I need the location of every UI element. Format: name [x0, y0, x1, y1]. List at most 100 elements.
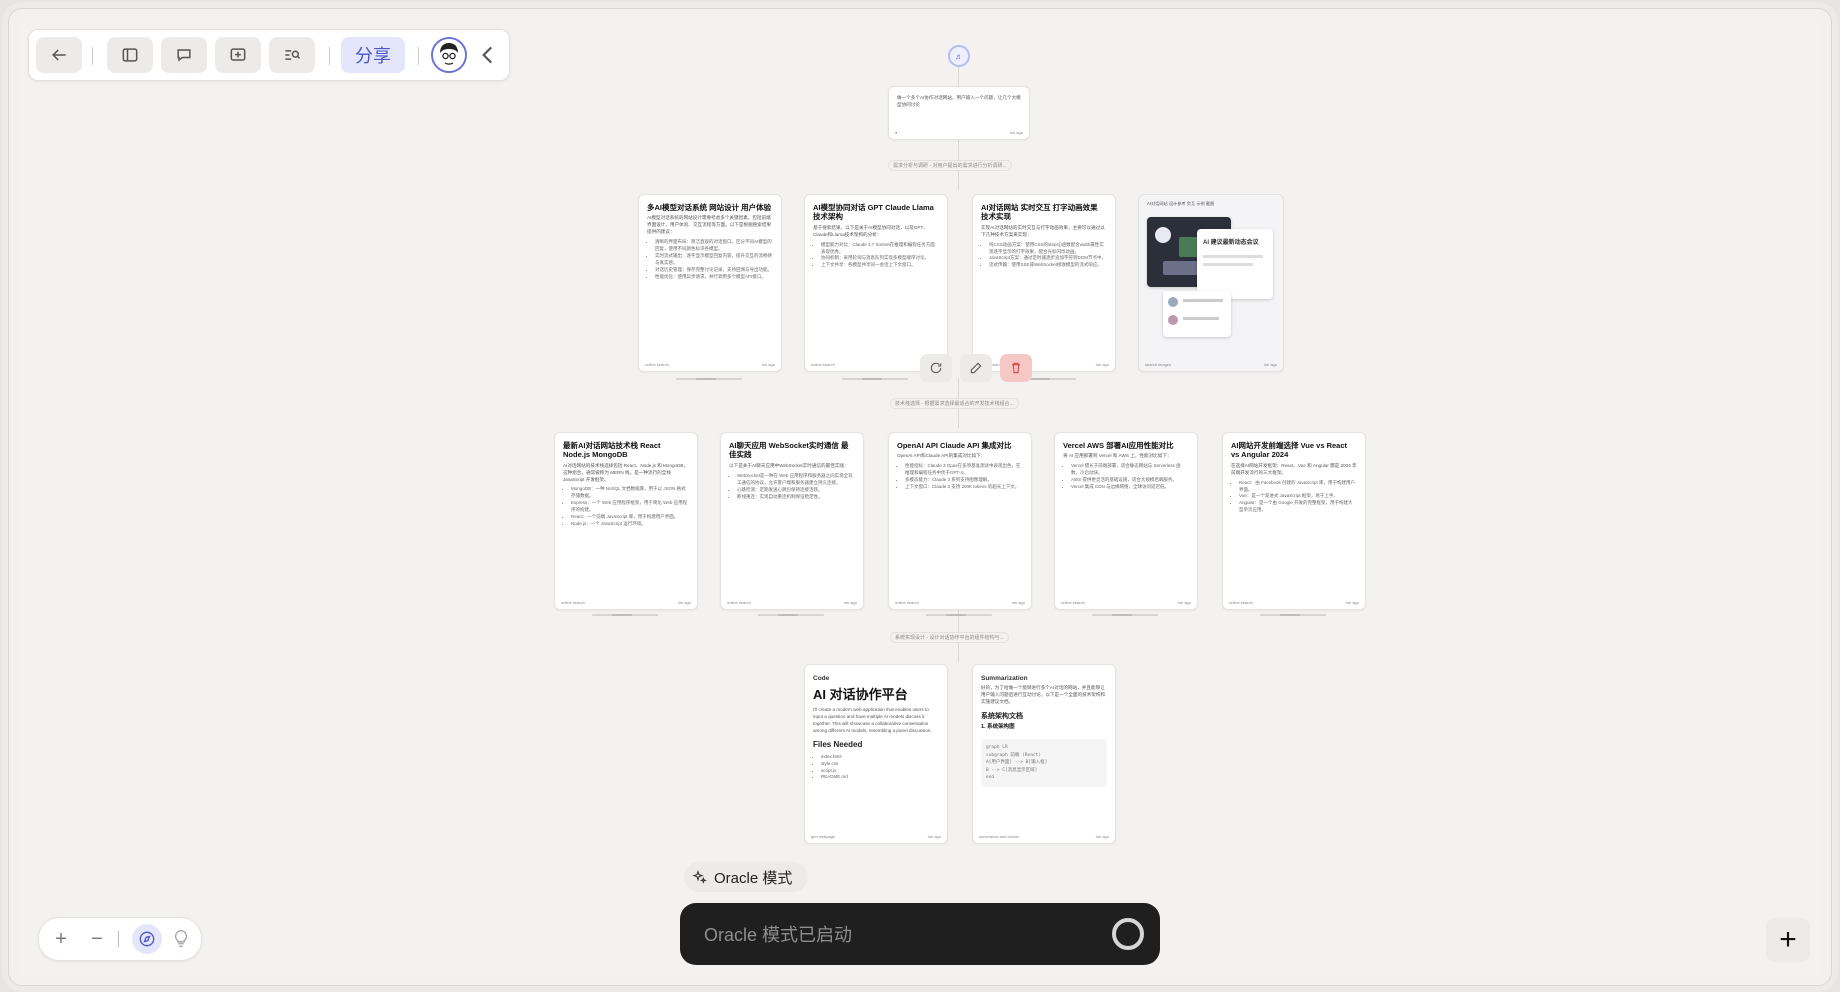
list-item: 对话历史管理：保存完整讨论记录，支持回溯与导出功能。	[655, 267, 773, 274]
zoom-controls: + −	[38, 917, 202, 961]
edge-label: 需求分析与调研 - 对用户提出的需求进行分析调研...	[888, 160, 1012, 171]
oracle-mode-toggle[interactable]: Oracle 模式	[684, 862, 808, 892]
delete-button[interactable]	[1000, 354, 1032, 382]
card-title: AI 对话协作平台	[813, 687, 908, 702]
root-badge: ● ·	[895, 130, 900, 135]
card-bullets: Vercel 擅长于前端部署，适合静态网站与 Serverless 函数，冷启动…	[1055, 463, 1197, 491]
card-timestamp: 4m ago	[1263, 362, 1277, 367]
file-item: index.html	[821, 754, 939, 761]
card-timestamp: 4m ago	[1345, 600, 1359, 605]
card-text: 基于搜索结果，以下是关于AI模型协同对话，以及GPT、Claude和Llama技…	[813, 224, 928, 237]
card-text: I'll create a modern web application tha…	[813, 707, 932, 733]
refresh-icon	[930, 362, 942, 374]
image-search-card[interactable]: AI对话网站 设计参考 交互 示例 截图 AI 建议最新动态会议 search …	[1138, 194, 1284, 372]
summary-subheading: 1. 系统架构图	[981, 723, 1015, 730]
root-prompt-card[interactable]: 做一个多个AI协作对话网站，用户输入一个问题，让几个大模型协同讨论 ● · 4m …	[888, 86, 1030, 140]
share-button[interactable]: 分享	[341, 37, 405, 73]
card-source: search images	[1145, 362, 1172, 367]
search-result-card[interactable]: AI网站开发前端选择 Vue vs React vs Angular 2024 …	[1222, 432, 1366, 610]
search-result-card[interactable]: 多AI模型对话系统 网站设计 用户体验 AI模型对话系统的网站设计需要考虑多个关…	[638, 194, 782, 372]
card-text: 将 AI 应用部署到 Vercel 和 AWS 上，性能对比如下：	[1063, 453, 1172, 459]
card-title: OpenAI API Claude API 集成对比	[897, 441, 1012, 450]
regenerate-button[interactable]	[920, 354, 952, 382]
card-fade	[805, 807, 947, 833]
chat-bubble-icon	[177, 49, 191, 62]
list-item: MongoDB：一种 NoSQL 文档数据库，用于以 JSON 格式存储数据。	[571, 486, 689, 500]
oracle-input-placeholder: Oracle 模式已启动	[704, 925, 853, 945]
card-source: online search	[811, 362, 835, 367]
card-timestamp: 4m ago	[677, 600, 691, 605]
card-timestamp: 4m ago	[1095, 362, 1109, 367]
root-prompt-text: 做一个多个AI协作对话网站，用户输入一个问题，让几个大模型协同讨论	[897, 95, 1021, 107]
fit-view-button[interactable]	[132, 924, 162, 954]
card-scrollbar[interactable]	[1092, 614, 1158, 616]
card-timestamp: 4m ago	[1177, 600, 1191, 605]
lightbulb-icon[interactable]	[170, 927, 192, 951]
chat-button[interactable]	[161, 37, 207, 73]
oracle-input-bar[interactable]: Oracle 模式已启动	[680, 903, 1160, 965]
card-scrollbar[interactable]	[842, 378, 908, 380]
card-timestamp: 4m ago	[1009, 130, 1023, 135]
card-timestamp: 4m ago	[761, 362, 775, 367]
summary-card[interactable]: Summarization 好的，为了给做一个能够进行多个AI对话的网站，并且能…	[972, 664, 1116, 844]
add-node-button[interactable]	[215, 37, 261, 73]
search-result-card[interactable]: OpenAI API Claude API 集成对比 OpenAI API和Cl…	[888, 432, 1032, 610]
card-title: AI对话网站 实时交互 打字动画效果 技术实现	[981, 203, 1098, 222]
card-footer: online search 4m ago	[561, 600, 691, 605]
trash-icon	[1012, 362, 1020, 374]
add-button[interactable]: +	[1766, 918, 1810, 962]
card-bullets: WebSocket是一种在 Web 应用程序和服务器之间实现全双工通信的协议，允…	[721, 473, 863, 501]
card-timestamp: 4m ago	[843, 600, 857, 605]
card-scrollbar[interactable]	[676, 378, 742, 380]
search-result-card[interactable]: AI聊天应用 WebSocket实时通信 最佳实践 以下是关于AI聊天应用中We…	[720, 432, 864, 610]
zoom-in-button[interactable]: +	[47, 925, 75, 953]
card-footer: online search 4m ago	[895, 600, 1025, 605]
card-text: 实现AI对话网站的实时交互与打字动画效果，主要可以通过以下几种技术方案来实现：	[981, 224, 1105, 237]
search-view-button[interactable]	[269, 37, 315, 73]
card-bullets: 清晰的界面布局：简洁直观的对话窗口，区分不同AI模型的回复，使用不同颜色标识各模…	[639, 239, 781, 281]
card-source: summarize and render	[979, 834, 1020, 839]
search-result-card[interactable]: 最新AI对话网站技术栈 React Node.js MongoDB AI对话网站…	[554, 432, 698, 610]
card-text: AI对话网站的技术栈选择包括 React、Node.js 和 MongoDB，这…	[563, 462, 689, 482]
root-node-indicator[interactable]: ♬	[948, 45, 970, 67]
card-scrollbar[interactable]	[1260, 614, 1326, 616]
card-title: AI聊天应用 WebSocket实时通信 最佳实践	[729, 441, 849, 460]
summary-heading: 系统架构文档	[981, 712, 1023, 720]
user-avatar[interactable]	[431, 37, 467, 73]
zoom-out-button[interactable]: −	[83, 925, 111, 953]
thumb-heading: AI 建议最新动态会议	[1203, 240, 1259, 246]
card-scrollbar[interactable]	[592, 614, 658, 616]
card-footer: online search 4m ago	[727, 600, 857, 605]
search-result-card[interactable]: AI对话网站 实时交互 打字动画效果 技术实现 实现AI对话网站的实时交互与打字…	[972, 194, 1116, 372]
code-output-card[interactable]: Code AI 对话协作平台 I'll create a modern web …	[804, 664, 948, 844]
compass-icon	[139, 931, 155, 947]
edit-button[interactable]	[960, 354, 992, 382]
chevron-left-icon[interactable]	[475, 42, 501, 68]
list-item: 性能指标：Claude 3 Opus在多项基准测试中表现出色，在推理和编程任务中…	[905, 463, 1023, 477]
card-footer: online search 4m ago	[645, 362, 775, 367]
back-button[interactable]	[36, 37, 82, 73]
edge-label: 系统实现设计 - 设计对话协作平台的组件结构与...	[890, 632, 1009, 643]
search-result-card[interactable]: AI模型协同对话 GPT Claude Llama 技术架构 基于搜索结果，以下…	[804, 194, 948, 372]
card-scrollbar[interactable]	[758, 614, 824, 616]
card-footer: online search 4m ago	[1061, 600, 1191, 605]
search-result-card[interactable]: Vercel AWS 部署AI应用性能对比 将 AI 应用部署到 Vercel …	[1054, 432, 1198, 610]
sidebar-toggle-button[interactable]	[107, 37, 153, 73]
list-item: Express：一个 Web 应用程序框架，用于简化 Web 应用程序的构建。	[571, 500, 689, 514]
card-footer: summarize and render 4m ago	[979, 834, 1109, 839]
card-title: 最新AI对话网站技术栈 React Node.js MongoDB	[563, 441, 661, 460]
card-type-label: Code	[813, 675, 830, 682]
card-scrollbar[interactable]	[926, 614, 992, 616]
thumb-avatar	[1168, 297, 1178, 307]
loading-ring-icon[interactable]	[1112, 918, 1144, 950]
card-fade	[973, 335, 1115, 361]
thumb-circle	[1155, 227, 1171, 243]
list-item: Node.js：一个 JavaScript 运行环境。	[571, 521, 689, 528]
thumb-line	[1183, 299, 1223, 302]
oracle-mode-label: Oracle 模式	[714, 869, 793, 887]
card-text: 以下是关于AI聊天应用中WebSocket实时通信的最佳实践：	[729, 462, 849, 468]
file-item: style.css	[821, 761, 939, 768]
add-box-icon	[230, 48, 246, 61]
list-item: 上下文窗口：Claude 3 支持 200K tokens 的超长上下文。	[905, 484, 1023, 491]
code-line: A[用户界面] --> B[输入框]	[986, 760, 1048, 766]
